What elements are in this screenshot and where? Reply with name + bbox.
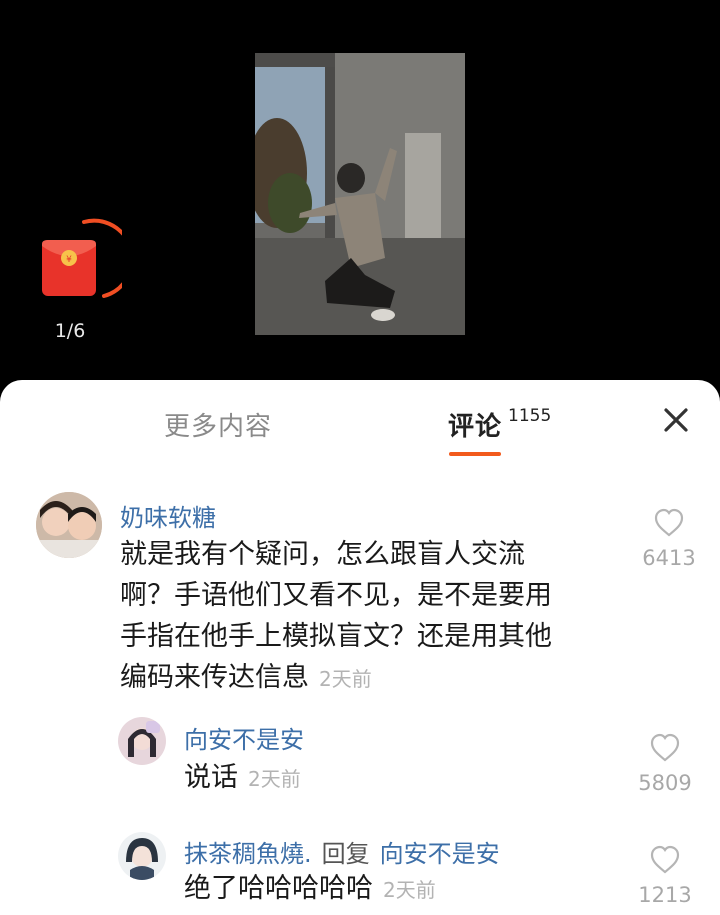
- comment-time: 2天前: [248, 767, 301, 791]
- comment-text-line: 手指在他手上模拟盲文？还是用其他: [120, 621, 552, 652]
- comments-count: 1155: [508, 406, 552, 426]
- avatar[interactable]: [36, 492, 102, 558]
- close-button[interactable]: [658, 402, 694, 438]
- comment-text[interactable]: 说话 2天前: [184, 757, 301, 800]
- comment-text-line: 啊？手语他们又看不见，是不是要用: [120, 580, 552, 611]
- svg-text:¥: ¥: [66, 255, 72, 265]
- reply-to-author[interactable]: 向安不是安: [380, 840, 500, 868]
- comment-author[interactable]: 奶味软糖: [120, 498, 216, 533]
- like-button[interactable]: 5809: [630, 733, 700, 795]
- reply-label: 回复: [321, 840, 370, 868]
- comment-text-content: 绝了哈哈哈哈哈: [184, 873, 373, 904]
- comment-time: 2天前: [383, 878, 436, 902]
- avatar[interactable]: [118, 832, 166, 880]
- comment-text-line: 编码来传达信息: [120, 662, 309, 693]
- page-indicator: 1/6: [54, 320, 86, 342]
- heart-icon: [650, 845, 680, 874]
- comment-author[interactable]: 抹茶稠魚燒.: [184, 840, 312, 868]
- heart-icon: [650, 733, 680, 762]
- like-button[interactable]: 1213: [630, 845, 700, 907]
- like-count: 1213: [638, 883, 692, 907]
- comment-author[interactable]: 向安不是安: [184, 720, 304, 755]
- red-envelope-icon: ¥: [42, 218, 135, 298]
- tab-more-content[interactable]: 更多内容: [164, 406, 272, 443]
- video-area[interactable]: ¥ 1/6: [0, 0, 720, 385]
- comment-text-content: 说话: [184, 762, 238, 793]
- close-icon: [664, 408, 688, 432]
- heart-icon: [654, 508, 684, 537]
- comment-text[interactable]: 就是我有个疑问，怎么跟盲人交流 啊？手语他们又看不见，是不是要用 手指在他手上模…: [120, 534, 620, 700]
- avatar[interactable]: [118, 717, 166, 765]
- tab-comments[interactable]: 评论: [448, 406, 502, 443]
- like-count: 6413: [642, 546, 696, 570]
- like-button[interactable]: 6413: [634, 508, 704, 570]
- video-thumbnail[interactable]: [255, 53, 465, 335]
- watermark-text: 大鼓吆喝: [23, 894, 76, 909]
- watermark: ◉ 大鼓吆喝: [8, 890, 76, 909]
- active-tab-indicator: [449, 452, 501, 456]
- comment-time: 2天前: [319, 667, 372, 691]
- like-count: 5809: [638, 771, 692, 795]
- comment-author-line: 抹茶稠魚燒. 回复 向安不是安: [184, 834, 500, 869]
- comment-text[interactable]: 绝了哈哈哈哈哈 2天前: [184, 868, 436, 911]
- red-envelope-widget[interactable]: ¥: [34, 214, 135, 306]
- comment-text-line: 就是我有个疑问，怎么跟盲人交流: [120, 539, 525, 570]
- weibo-icon: ◉: [8, 894, 24, 909]
- comment-sheet: 更多内容 评论 1155 奶味软糖 就是我有个疑问，怎么跟盲人交流 啊？手语他们…: [0, 380, 720, 915]
